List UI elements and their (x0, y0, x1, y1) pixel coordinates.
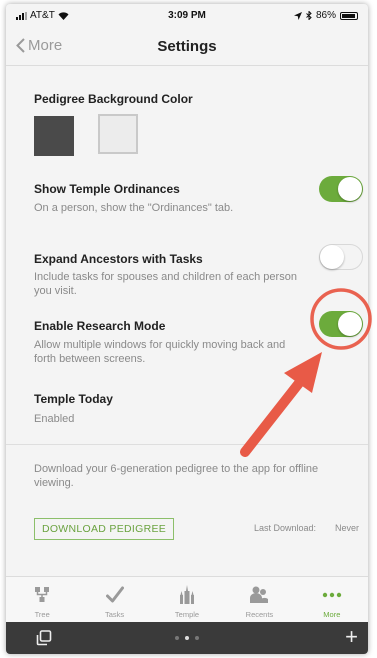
toggle-knob (320, 245, 344, 269)
toggle-research-mode[interactable] (319, 311, 363, 337)
battery-percent: 86% (315, 10, 336, 21)
tab-bar: Tree Tasks Temple Recents More (6, 576, 368, 622)
tab-label: Tree (34, 610, 50, 619)
tab-recents[interactable]: Recents (223, 577, 295, 622)
nav-bar: More Settings (6, 26, 368, 66)
page-title: Settings (157, 38, 217, 55)
swatch-light[interactable] (98, 114, 138, 154)
toggle-expand-ancestors[interactable] (319, 244, 363, 270)
setting-desc-expand-ancestors: Include tasks for spouses and children o… (34, 271, 297, 297)
temple-today-value: Enabled (34, 413, 75, 425)
page-indicator (6, 636, 368, 640)
location-icon (293, 11, 302, 20)
setting-label-temple-ordinances: Show Temple Ordinances (34, 182, 180, 196)
toggle-knob (338, 177, 362, 201)
setting-label-expand-ancestors: Expand Ancestors with Tasks (34, 252, 203, 266)
tab-label: Tasks (105, 610, 125, 619)
toggle-knob (338, 312, 362, 336)
bottom-toolbar: + (6, 622, 368, 654)
pedigree-bg-label: Pedigree Background Color (34, 92, 193, 106)
tab-tasks[interactable]: Tasks (78, 577, 150, 622)
tab-label: More (323, 610, 341, 619)
phone-screen: AT&T 3:09 PM 86% More Settings Pedigree … (6, 4, 368, 654)
download-pedigree-button[interactable]: DOWNLOAD PEDIGREE (34, 518, 174, 540)
last-download-value: Never (335, 523, 360, 533)
status-bar: AT&T 3:09 PM 86% (6, 4, 368, 26)
temple-icon (176, 585, 198, 605)
temple-today-label: Temple Today (34, 392, 113, 406)
section-divider (6, 444, 368, 445)
tab-label: Temple (174, 610, 200, 619)
toggle-temple-ordinances[interactable] (319, 176, 363, 202)
add-window-button[interactable]: + (345, 626, 358, 648)
download-description: Download your 6-generation pedigree to t… (34, 463, 319, 489)
checkmark-icon (104, 585, 126, 605)
tab-more[interactable]: More (296, 577, 368, 622)
more-dots-icon (321, 585, 343, 605)
battery-icon (340, 11, 358, 20)
last-download-label: Last Download: (254, 523, 317, 533)
setting-label-research-mode: Enable Research Mode (34, 319, 166, 333)
bluetooth-icon (306, 11, 312, 20)
setting-desc-temple-ordinances: On a person, show the "Ordinances" tab. (34, 202, 234, 214)
swatch-dark[interactable] (34, 116, 74, 156)
tab-label: Recents (245, 610, 274, 619)
setting-desc-research-mode: Allow multiple windows for quickly movin… (34, 339, 286, 365)
tab-tree[interactable]: Tree (6, 577, 78, 622)
people-icon (248, 585, 270, 605)
tab-temple[interactable]: Temple (151, 577, 223, 622)
tree-icon (31, 585, 53, 605)
